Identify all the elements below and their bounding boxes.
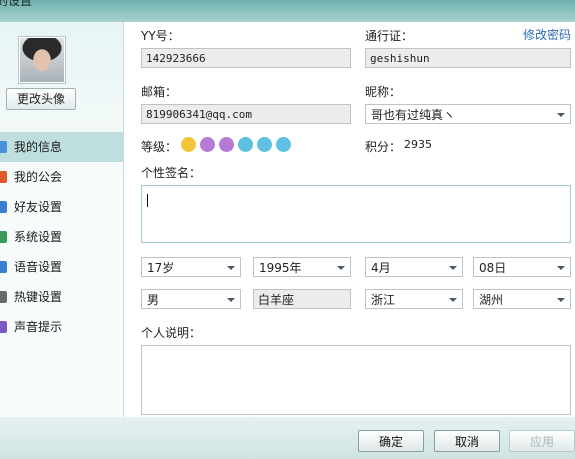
email-label: 邮箱： [141, 85, 178, 99]
diamond-icon [238, 137, 253, 152]
chevron-down-icon [557, 266, 565, 270]
diamond-icon [257, 137, 272, 152]
sidebar-item-my-info[interactable]: 我的信息 [0, 132, 123, 162]
guild-icon [0, 171, 7, 183]
nickname-value: 哥也有过纯真ヽ [371, 108, 456, 122]
nickname-field[interactable]: 哥也有过纯真ヽ [365, 104, 571, 124]
gender-value: 男 [147, 293, 160, 307]
description-input[interactable] [141, 345, 571, 415]
sidebar-item-label: 好友设置 [14, 200, 63, 214]
apply-button[interactable]: 应用 [509, 430, 575, 452]
avatar[interactable] [18, 36, 66, 84]
sidebar-item-hotkey-settings[interactable]: 热键设置 [0, 282, 123, 312]
birth-month-value: 4月 [371, 261, 391, 275]
text-caret [147, 194, 148, 207]
window-title: 的设置 [0, 0, 33, 8]
birth-year-value: 1995年 [259, 261, 302, 275]
chevron-down-icon [557, 113, 565, 117]
moon-icon [200, 137, 215, 152]
age-select[interactable]: 17岁 [141, 257, 241, 277]
dialog-footer: 确定 取消 应用 [0, 417, 575, 459]
level-label: 等级： [141, 140, 178, 154]
gender-select[interactable]: 男 [141, 289, 241, 309]
yy-number-field: 142923666 [141, 48, 351, 68]
sound-icon [0, 321, 7, 333]
friends-icon [0, 201, 7, 213]
voice-icon [0, 261, 7, 273]
sidebar-item-label: 我的信息 [14, 140, 63, 154]
yy-number-label: YY号： [141, 29, 180, 43]
chevron-down-icon [227, 298, 235, 302]
chevron-down-icon [449, 266, 457, 270]
hotkey-icon [0, 291, 7, 303]
chevron-down-icon [227, 266, 235, 270]
sidebar-item-label: 系统设置 [14, 230, 63, 244]
cancel-button[interactable]: 取消 [434, 430, 500, 452]
points-value: 2935 [404, 138, 432, 151]
title-bar: 的设置 [0, 0, 575, 22]
ok-button[interactable]: 确定 [358, 430, 424, 452]
email-field: 819906341@qq.com [141, 104, 351, 124]
points-label: 积分： [365, 140, 402, 154]
sidebar: 更改头像 我的信息 我的公会 好友设置 系统设置 语音设置 热键设置 声音提示 [0, 22, 124, 417]
province-select[interactable]: 浙江 [365, 289, 463, 309]
change-password-link[interactable]: 修改密码 [523, 26, 571, 43]
sidebar-item-label: 热键设置 [14, 290, 63, 304]
passport-field: geshishun [365, 48, 571, 68]
signature-label: 个性签名： [141, 166, 202, 180]
settings-content: YY号： 142923666 通行证： 修改密码 geshishun 邮箱： 8… [124, 22, 575, 417]
city-value: 湖州 [479, 293, 504, 307]
age-value: 17岁 [147, 261, 175, 275]
user-info-icon [0, 141, 7, 153]
birth-month-select[interactable]: 4月 [365, 257, 463, 277]
sidebar-item-voice-settings[interactable]: 语音设置 [0, 252, 123, 282]
city-select[interactable]: 湖州 [473, 289, 571, 309]
birth-year-select[interactable]: 1995年 [253, 257, 351, 277]
diamond-icon [276, 137, 291, 152]
sidebar-item-my-guild[interactable]: 我的公会 [0, 162, 123, 192]
zodiac-field: 白羊座 [253, 289, 351, 309]
chevron-down-icon [557, 298, 565, 302]
description-label: 个人说明： [141, 326, 202, 340]
sidebar-item-friend-settings[interactable]: 好友设置 [0, 192, 123, 222]
sidebar-item-sound-alerts[interactable]: 声音提示 [0, 312, 123, 342]
chevron-down-icon [337, 266, 345, 270]
nickname-label: 昵称： [365, 85, 402, 99]
settings-nav: 我的信息 我的公会 好友设置 系统设置 语音设置 热键设置 声音提示 [0, 132, 123, 342]
province-value: 浙江 [371, 293, 396, 307]
birth-day-value: 08日 [479, 261, 507, 275]
moon-icon [219, 137, 234, 152]
sidebar-item-label: 声音提示 [14, 320, 63, 334]
chevron-down-icon [449, 298, 457, 302]
signature-input[interactable] [141, 185, 571, 243]
sidebar-item-label: 我的公会 [14, 170, 63, 184]
change-avatar-button[interactable]: 更改头像 [6, 88, 76, 110]
system-icon [0, 231, 7, 243]
crown-icon [181, 137, 196, 152]
birth-day-select[interactable]: 08日 [473, 257, 571, 277]
passport-label: 通行证： [365, 29, 414, 43]
sidebar-item-label: 语音设置 [14, 260, 63, 274]
sidebar-item-system-settings[interactable]: 系统设置 [0, 222, 123, 252]
